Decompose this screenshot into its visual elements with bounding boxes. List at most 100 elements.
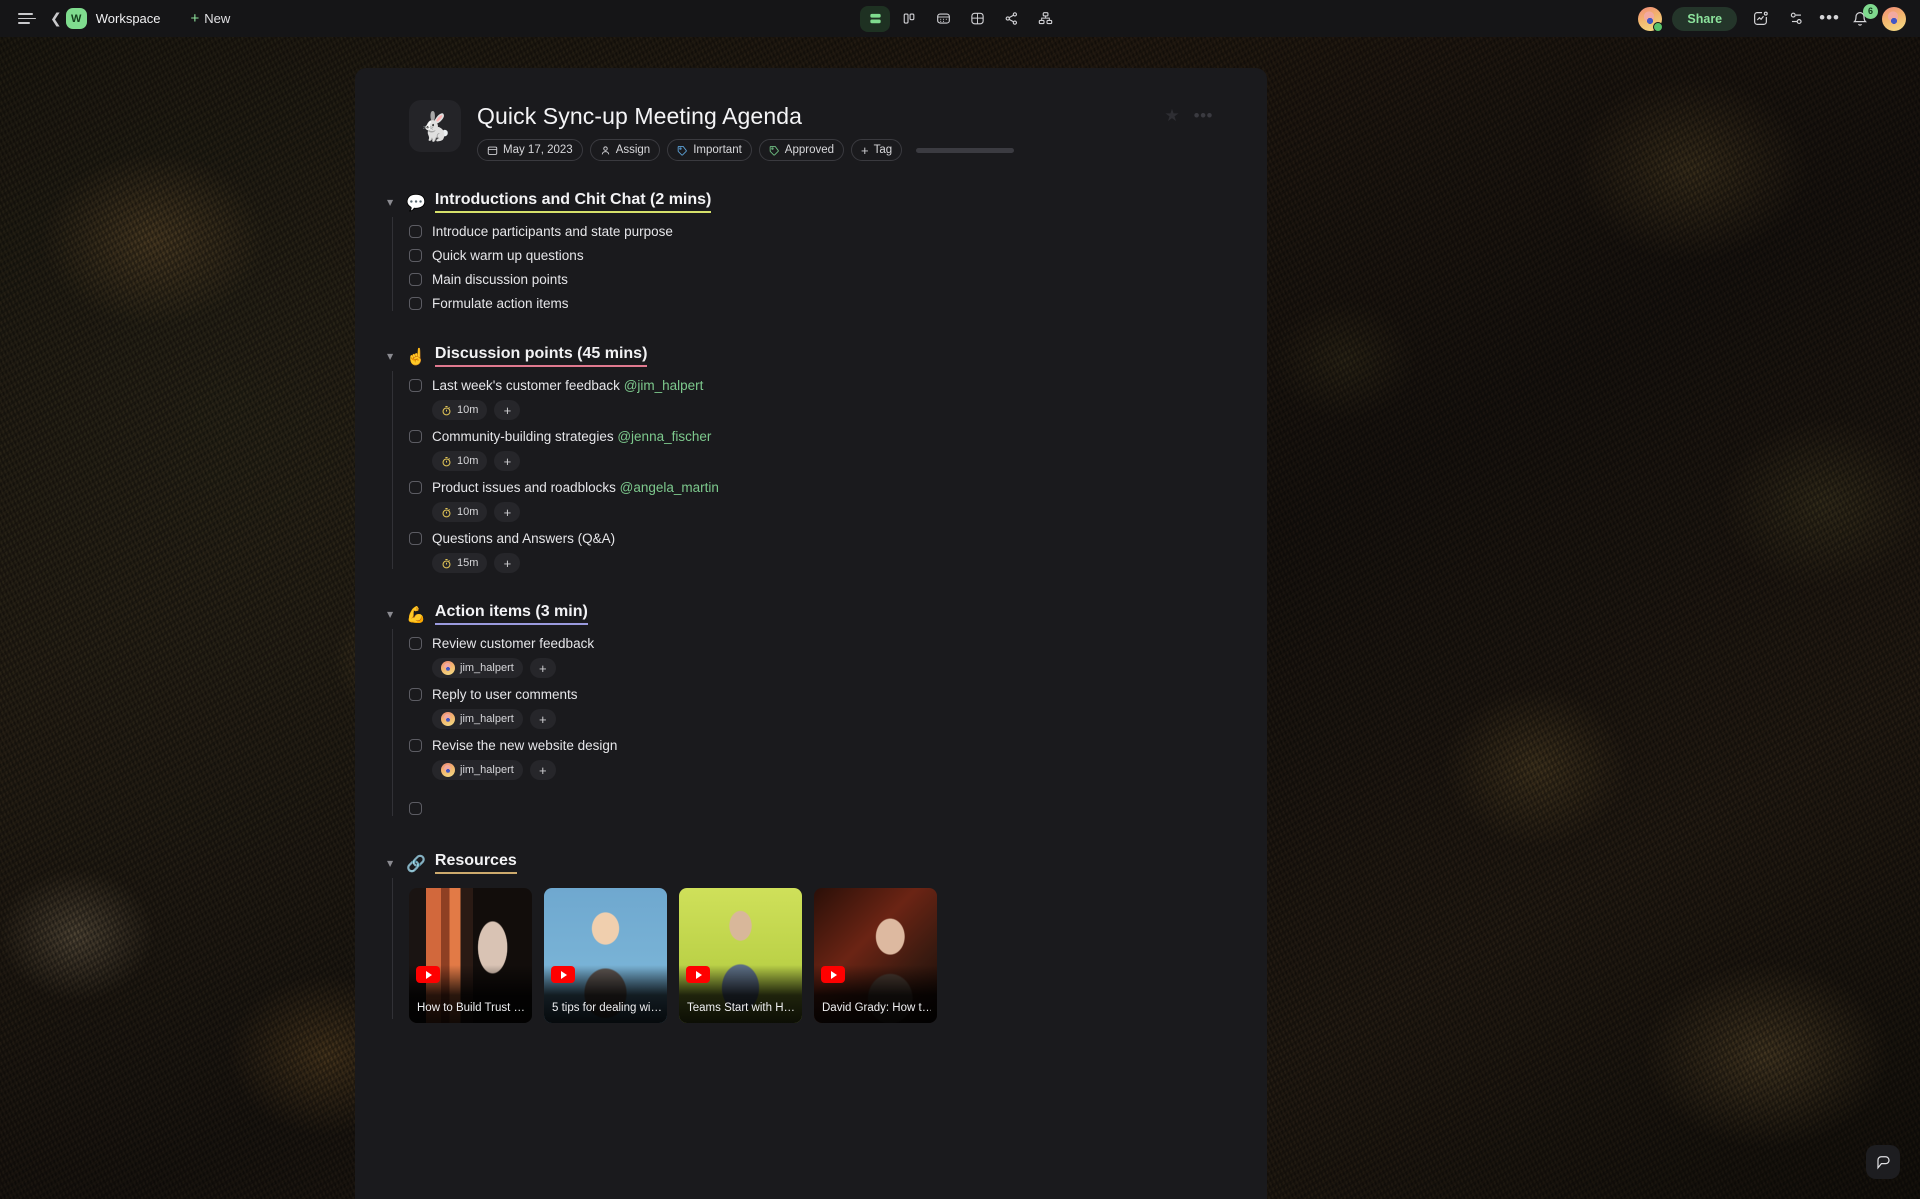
chat-button[interactable]	[1866, 1145, 1900, 1179]
assignee-pill[interactable]: jim_halpert	[432, 658, 523, 678]
timer-pill[interactable]: 10m	[432, 400, 488, 420]
more-horizontal-icon[interactable]: •••	[1194, 107, 1213, 124]
todo-label[interactable]: Quick warm up questions	[432, 248, 584, 263]
chip-date-label: May 17, 2023	[503, 144, 573, 156]
add-assignee-button[interactable]: +	[529, 760, 556, 780]
add-assignee-button[interactable]: +	[529, 658, 556, 678]
notifications-button[interactable]: 6	[1850, 3, 1878, 30]
section-guide-line	[392, 629, 393, 816]
todo-label[interactable]: Main discussion points	[432, 272, 568, 287]
document-emoji-icon[interactable]: 🐇	[409, 100, 461, 152]
assignee-pill[interactable]: jim_halpert	[432, 709, 523, 729]
video-card[interactable]: 5 tips for dealing wi…	[544, 888, 667, 1023]
collapse-toggle-icon[interactable]: ▼	[387, 610, 397, 619]
new-button[interactable]: + New	[183, 7, 239, 30]
sidebar-toggle-button[interactable]	[14, 6, 40, 32]
todo-checkbox[interactable]	[409, 378, 422, 392]
section-title[interactable]: Introductions and Chit Chat (2 mins)	[434, 191, 712, 213]
user-avatar[interactable]	[1882, 6, 1906, 31]
calendar-icon	[487, 146, 498, 155]
activity-button[interactable]	[1747, 6, 1773, 32]
todo-item-empty	[409, 796, 1213, 820]
video-card[interactable]: David Grady: How t…	[814, 888, 937, 1023]
tag-icon	[677, 145, 688, 156]
section-items: Review customer feedback jim_halpert + R…	[409, 631, 1213, 820]
timer-pill[interactable]: 15m	[432, 553, 488, 573]
add-meta-button[interactable]: +	[494, 553, 521, 573]
add-meta-button[interactable]: +	[494, 502, 521, 522]
stopwatch-icon	[442, 507, 451, 517]
todo-label[interactable]: Questions and Answers (Q&A)	[432, 531, 615, 546]
section-title[interactable]: Resources	[434, 852, 517, 874]
todo-label[interactable]: Reply to user comments	[432, 687, 578, 702]
todo-label[interactable]: Formulate action items	[432, 296, 569, 311]
view-tab-table[interactable]	[962, 6, 992, 32]
chip-date[interactable]: May 17, 2023	[477, 139, 583, 161]
chip-assign[interactable]: Assign	[589, 139, 661, 161]
view-tab-board[interactable]	[894, 6, 924, 32]
timer-pill[interactable]: 10m	[432, 502, 488, 522]
mention-link[interactable]: @jenna_fischer	[617, 429, 711, 444]
section-title[interactable]: Action items (3 min)	[434, 603, 588, 625]
chip-tag-approved[interactable]: Approved	[758, 139, 845, 161]
add-meta-button[interactable]: +	[494, 400, 521, 420]
section-title[interactable]: Discussion points (45 mins)	[434, 345, 648, 367]
workspace-avatar[interactable]: W	[65, 8, 87, 29]
share-button[interactable]: Share	[1672, 6, 1738, 31]
collapse-toggle-icon[interactable]: ▼	[387, 352, 397, 361]
todo-checkbox[interactable]	[409, 636, 422, 650]
todo-item: Formulate action items	[409, 291, 1213, 315]
todo-label[interactable]: Community-building strategies @jenna_fis…	[432, 429, 711, 444]
add-tag-button[interactable]: + Tag	[851, 139, 903, 161]
video-card[interactable]: How to Build Trust …	[409, 888, 532, 1023]
todo-checkbox[interactable]	[409, 429, 422, 443]
add-meta-button[interactable]: +	[494, 451, 521, 471]
assignee-pill[interactable]: jim_halpert	[432, 760, 523, 780]
todo-item: Main discussion points	[409, 267, 1213, 291]
todo-checkbox[interactable]	[409, 248, 422, 262]
add-assignee-button[interactable]: +	[529, 709, 556, 729]
mention-link[interactable]: @angela_martin	[620, 480, 719, 495]
workspace-name[interactable]: Workspace	[96, 11, 161, 26]
todo-checkbox[interactable]	[409, 272, 422, 286]
todo-label[interactable]: Product issues and roadblocks @angela_ma…	[432, 480, 719, 495]
timer-pill[interactable]: 10m	[432, 451, 488, 471]
view-tab-calendar[interactable]	[928, 6, 958, 32]
page-title[interactable]: Quick Sync-up Meeting Agenda	[477, 103, 1213, 130]
document-header: 🐇 Quick Sync-up Meeting Agenda May 17, 2…	[409, 100, 1213, 161]
todo-label[interactable]: Revise the new website design	[432, 738, 617, 753]
mention-link[interactable]: @jim_halpert	[624, 378, 704, 393]
todo-meta: 10m +	[432, 502, 1213, 522]
todo-checkbox[interactable]	[409, 801, 422, 815]
more-options-button[interactable]: •••	[1819, 9, 1840, 26]
section-action-items: ▼ 💪 Action items (3 min) Review customer…	[387, 603, 1213, 820]
filter-settings-button[interactable]	[1783, 6, 1809, 32]
chip-tag-important[interactable]: Important	[667, 139, 752, 161]
stopwatch-icon	[442, 456, 451, 466]
todo-checkbox[interactable]	[409, 296, 422, 310]
todo-checkbox[interactable]	[409, 224, 422, 238]
todo-checkbox[interactable]	[409, 738, 422, 752]
todo-label[interactable]: Last week's customer feedback @jim_halpe…	[432, 378, 703, 393]
collapse-toggle-icon[interactable]: ▼	[387, 198, 397, 207]
share-nodes-icon	[1005, 12, 1017, 25]
youtube-play-icon	[686, 966, 710, 983]
view-tab-org-chart[interactable]	[1030, 6, 1060, 32]
todo-item: Revise the new website design	[409, 733, 1213, 757]
star-icon[interactable]: ★	[1164, 106, 1179, 126]
youtube-play-icon	[551, 966, 575, 983]
todo-meta: jim_halpert +	[432, 709, 1213, 729]
list-view-icon	[869, 13, 881, 24]
chevron-left-icon[interactable]: ❮	[50, 11, 62, 27]
video-card[interactable]: Teams Start with H…	[679, 888, 802, 1023]
view-tab-share-graph[interactable]	[996, 6, 1026, 32]
todo-label[interactable]: Review customer feedback	[432, 636, 594, 651]
todo-label[interactable]: Introduce participants and state purpose	[432, 224, 673, 239]
view-tab-list[interactable]	[860, 5, 890, 32]
todo-checkbox[interactable]	[409, 531, 422, 545]
avatar[interactable]	[1638, 6, 1664, 32]
view-switcher	[860, 5, 1060, 32]
collapse-toggle-icon[interactable]: ▼	[387, 859, 397, 868]
todo-checkbox[interactable]	[409, 687, 422, 701]
todo-checkbox[interactable]	[409, 480, 422, 494]
